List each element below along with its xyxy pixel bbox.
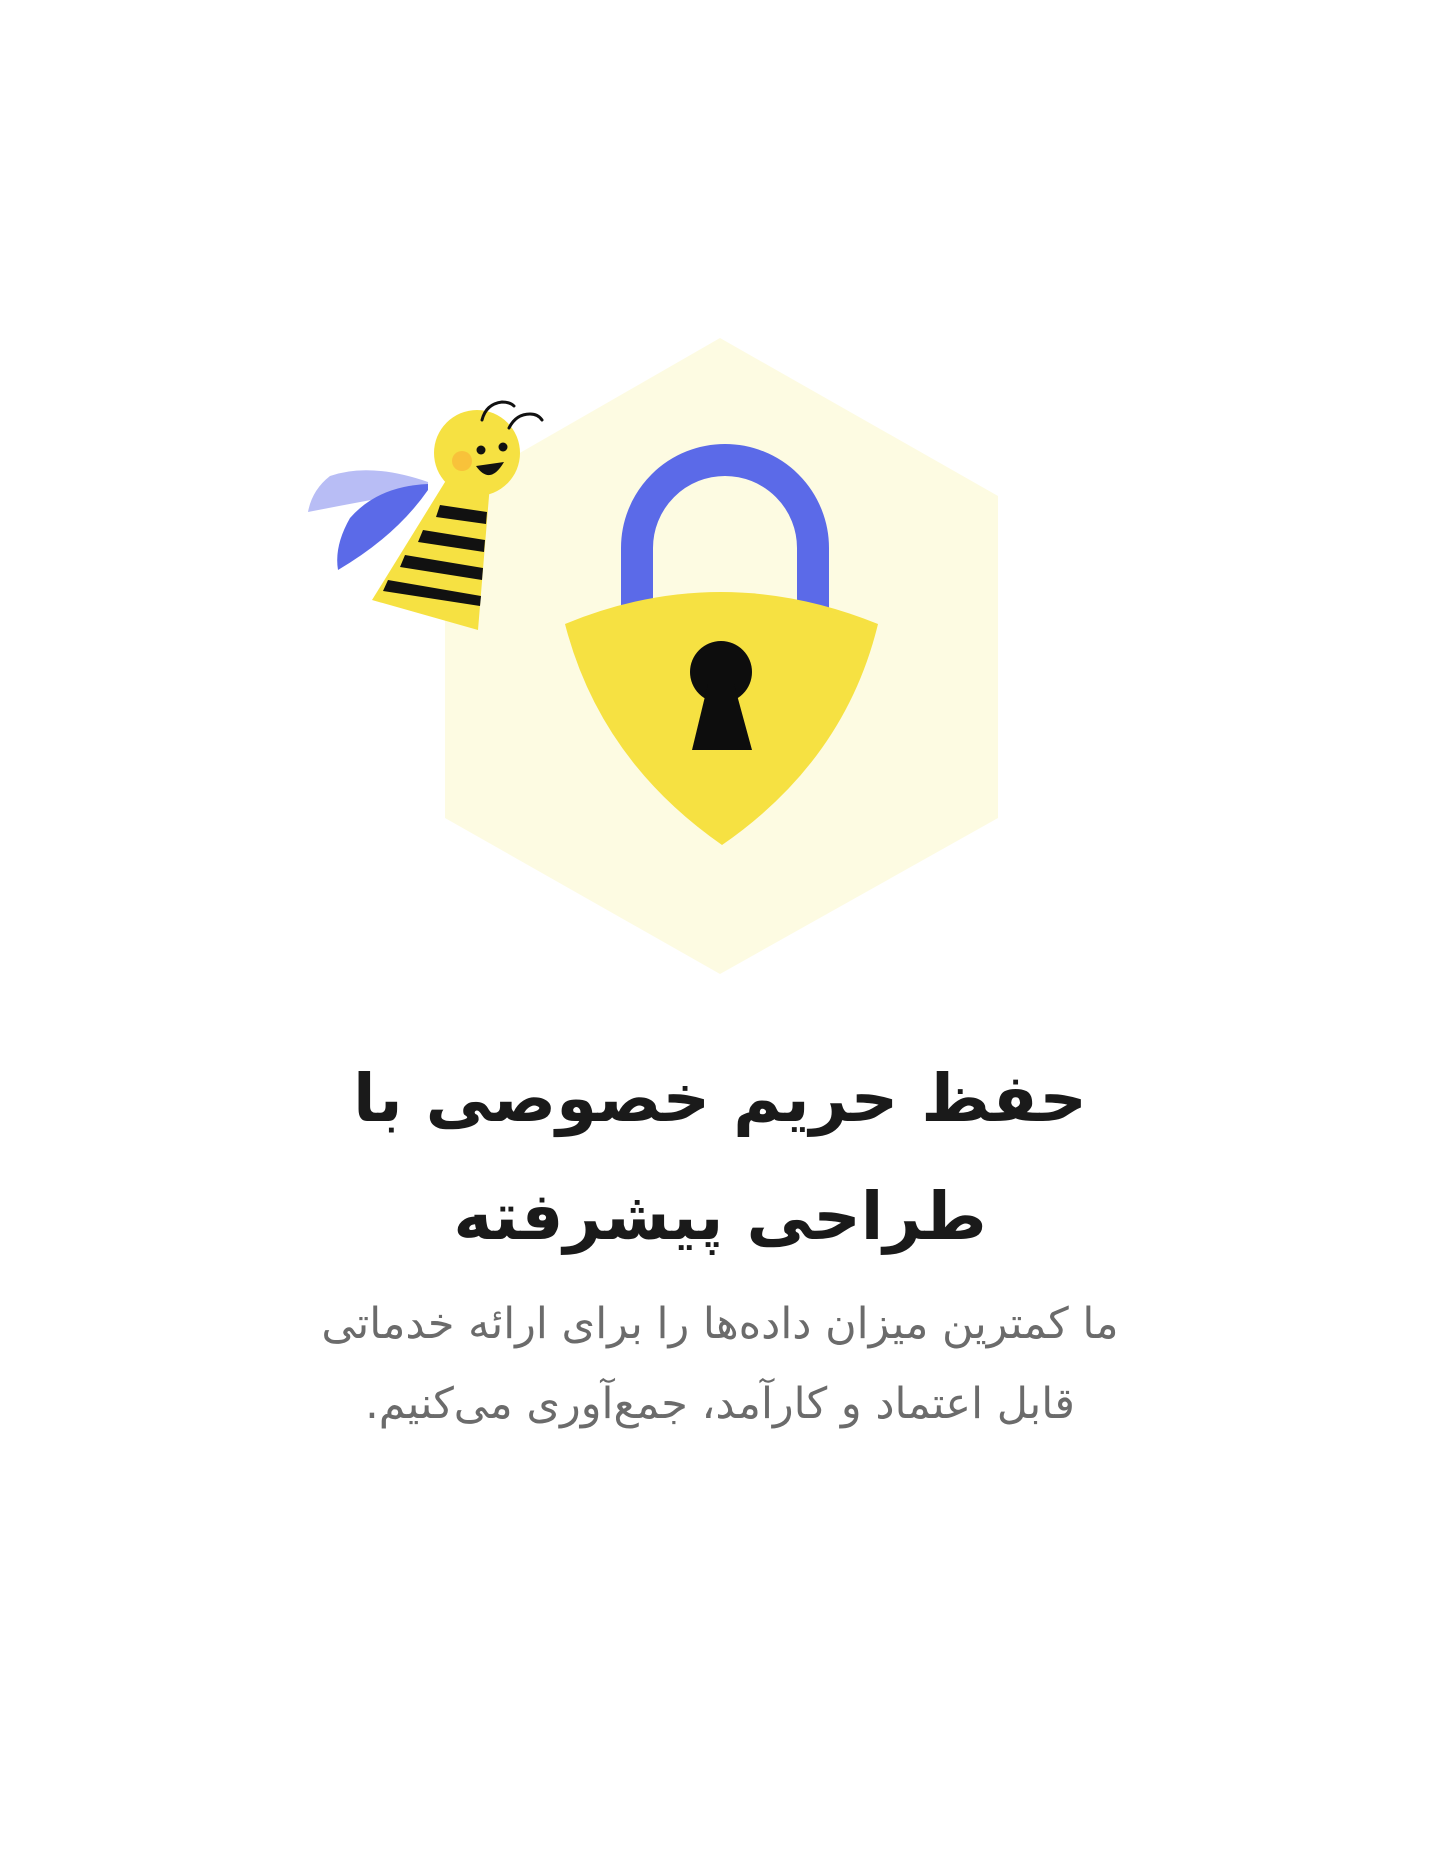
bee-eye-left	[476, 445, 486, 455]
privacy-illustration	[308, 338, 998, 974]
bee-eye-right	[498, 442, 508, 452]
bee-antenna-right	[507, 412, 544, 430]
bee-cheek	[452, 451, 472, 471]
title-line-2: طراحی پیشرفته	[453, 1178, 987, 1255]
description-line-2: قابل اعتماد و کارآمد، جمع‌آوری می‌کنیم.	[365, 1379, 1075, 1429]
description-text: ما کمترین میزان داده‌ها را برای ارائه خد…	[200, 1284, 1240, 1444]
description-line-1: ما کمترین میزان داده‌ها را برای ارائه خد…	[321, 1299, 1119, 1349]
title-line-1: حفظ حریم خصوصی با	[353, 1060, 1087, 1137]
page-title: حفظ حریم خصوصی با طراحی پیشرفته	[220, 1040, 1220, 1276]
bee-head	[434, 410, 520, 496]
